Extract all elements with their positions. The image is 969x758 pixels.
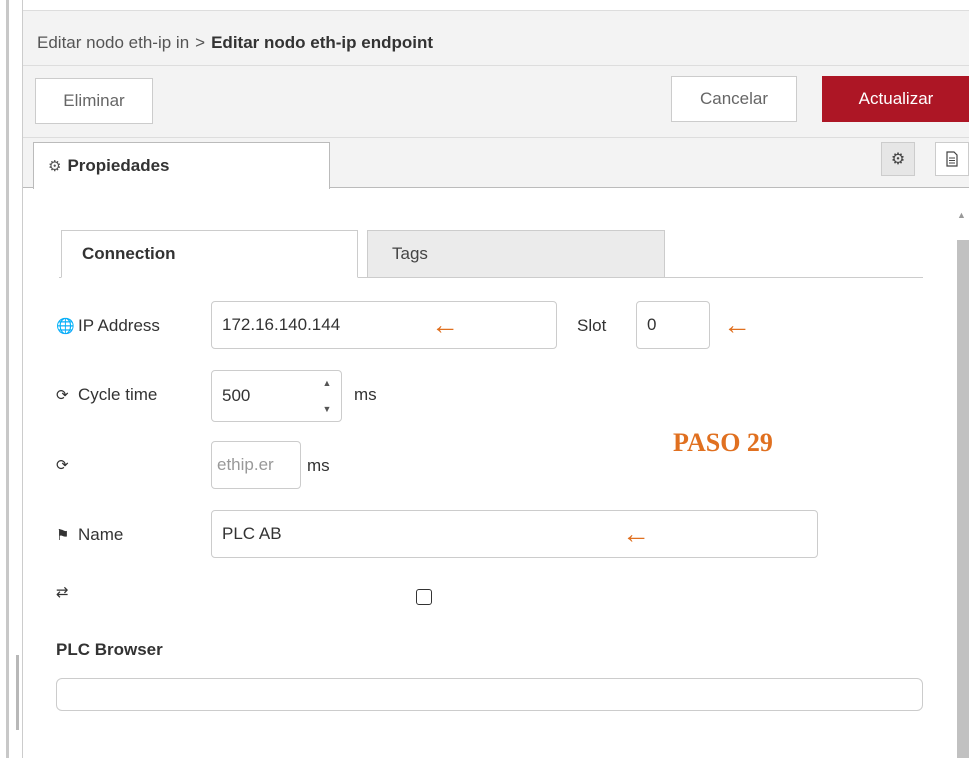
breadcrumb-current: Editar nodo eth-ip endpoint [211, 33, 434, 52]
stepper-down-icon[interactable]: ▼ [313, 396, 341, 422]
tray-header: Editar nodo eth-ip in > Editar nodo eth-ip… [23, 10, 969, 66]
slot-label: Slot [577, 316, 607, 335]
config-tabs: Connection Tags [59, 230, 923, 278]
cancel-button[interactable]: Cancelar [671, 76, 797, 122]
annotation-arrow: ← [431, 309, 459, 340]
refresh-icon: ⟳ [56, 457, 69, 474]
breadcrumb-separator: > [195, 33, 206, 52]
refresh-label: ⟳ [56, 455, 78, 475]
edit-tray: Editar nodo eth-ip in > Editar nodo eth-ip… [22, 0, 969, 758]
breadcrumb-parent[interactable]: Editar nodo eth-ip in [37, 33, 189, 52]
cycle-time-label: ⟳ Cycle time [56, 385, 158, 404]
gear-icon: ⚙ [890, 151, 906, 168]
refresh-input[interactable]: ethip.er [211, 441, 301, 489]
toggle-checkbox[interactable] [416, 589, 432, 605]
cycle-time-value: 500 [222, 386, 251, 405]
document-icon [946, 151, 958, 167]
name-label: ⚑ Name [56, 525, 124, 544]
ip-address-input[interactable]: 172.16.140.144 [211, 301, 557, 349]
annotation-arrow: ← [723, 309, 751, 340]
annotation-arrow: ← [622, 518, 650, 549]
workspace-divider [6, 0, 9, 758]
plc-browser-title: PLC Browser [56, 640, 163, 659]
refresh-unit: ms [307, 456, 330, 475]
node-description-button[interactable] [935, 142, 969, 176]
tab-tags[interactable]: Tags [367, 230, 665, 278]
ip-address-label: 🌐 IP Address [56, 316, 160, 335]
gear-icon: ⚙ [48, 158, 62, 175]
scroll-thumb[interactable] [957, 240, 969, 758]
plc-browser-box[interactable] [56, 678, 923, 711]
tab-properties-label: Propiedades [67, 156, 170, 175]
tab-properties[interactable]: ⚙ Propiedades [33, 142, 330, 189]
breadcrumb: Editar nodo eth-ip in > Editar nodo eth-ip… [37, 33, 433, 53]
tray-scrollbar[interactable]: ▲ [954, 210, 969, 758]
tag-icon: ⚑ [56, 527, 70, 544]
slot-input[interactable]: 0 [636, 301, 710, 349]
tray-tabs: ⚙ Propiedades ⚙ [23, 138, 969, 189]
step-annotation: PASO 29 [673, 428, 773, 457]
editor-left-edge [0, 0, 22, 758]
name-input[interactable]: PLC AB [211, 510, 818, 558]
tray-toolbar: Eliminar Cancelar Actualizar [23, 66, 969, 138]
cycle-time-unit: ms [354, 385, 377, 404]
cycle-time-stepper[interactable]: ▲ ▼ [313, 370, 341, 422]
tab-connection[interactable]: Connection [61, 230, 358, 278]
toggle-label: ⇄ [56, 582, 78, 602]
scroll-up-arrow-icon[interactable]: ▲ [957, 210, 966, 220]
node-settings-button[interactable]: ⚙ [881, 142, 915, 176]
refresh-icon: ⟳ [56, 387, 69, 404]
stepper-up-icon[interactable]: ▲ [313, 370, 341, 396]
update-button[interactable]: Actualizar [822, 76, 969, 122]
globe-icon: 🌐 [56, 318, 75, 335]
workspace-scrollbar[interactable] [16, 655, 19, 730]
exchange-icon: ⇄ [56, 584, 69, 601]
delete-button[interactable]: Eliminar [35, 78, 153, 124]
